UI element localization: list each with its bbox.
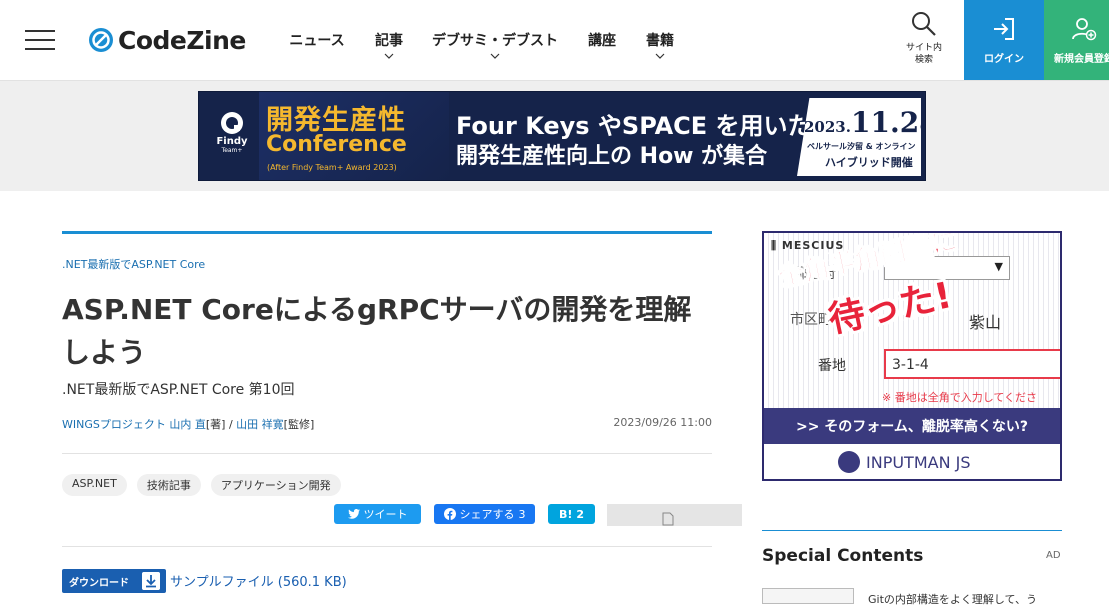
facebook-label: シェアする <box>459 508 515 521</box>
ad-label: AD <box>1046 550 1061 561</box>
tag-aspnet[interactable]: ASP.NET <box>62 474 127 496</box>
inputman-logo-icon <box>838 451 860 473</box>
twitter-bird-icon <box>347 509 360 519</box>
site-logo[interactable]: CodeZine <box>88 24 246 56</box>
ad-form-city-value: 紫山 <box>969 313 1002 332</box>
chevron-down-icon <box>490 53 500 59</box>
nav-news-label: ニュース <box>289 33 345 49</box>
codezine-logo-icon <box>89 28 113 52</box>
search-icon <box>912 12 936 36</box>
tweet-button[interactable]: ツイート <box>334 504 421 524</box>
article-authors: WINGSプロジェクト 山内 直[著] / 山田 祥寛[監修] <box>62 416 314 432</box>
login-button[interactable]: ログイン <box>964 0 1044 80</box>
nav-books-label: 書籍 <box>646 33 674 49</box>
sample-file-link[interactable]: サンプルファイル (560.1 KB) <box>170 571 347 590</box>
supervisor-role: [監修] <box>283 418 315 431</box>
ad-form-label-city: 市区町 <box>790 312 832 328</box>
ad-form-note: ※ 番地は全角で入力してくださ <box>882 391 1038 404</box>
chevron-down-icon <box>384 53 394 59</box>
nav-devsumi[interactable]: デブサミ・デブスト <box>432 30 558 60</box>
logo-text: CodeZine <box>118 25 246 55</box>
nav-devsumi-label: デブサミ・デブスト <box>432 33 558 49</box>
download-button[interactable]: ダウンロード <box>62 569 166 593</box>
banner-title-line2: Conference <box>266 132 407 157</box>
nav-books[interactable]: 書籍 <box>646 30 674 60</box>
banner-date-year: 2023. <box>804 118 851 136</box>
search-label-2: 検索 <box>914 55 933 65</box>
findy-name: Findy <box>216 136 248 147</box>
event-banner-ad[interactable]: Findy Team+ 開発生産性 Conference (After Find… <box>198 91 926 181</box>
findy-sub: Team+ <box>221 147 243 154</box>
dropdown-arrow-icon: ▼ <box>994 260 1003 273</box>
banner-venue: ベルサール汐留 & オンライン <box>807 142 916 151</box>
facebook-count: 3 <box>518 507 526 521</box>
divider <box>62 546 712 547</box>
author-link[interactable]: WINGSプロジェクト 山内 直 <box>62 418 206 431</box>
login-label: ログイン <box>984 54 1024 65</box>
menu-icon[interactable] <box>25 30 55 50</box>
ad-form-label-address: 番地 <box>818 358 846 374</box>
banner-date: 2023.11.28 <box>804 106 925 139</box>
article-tags: ASP.NET 技術記事 アプリケーション開発 <box>62 474 341 496</box>
register-label: 新規会員登録 <box>1054 54 1109 65</box>
banner-main-line1: Four Keys やSPACE を用いた <box>456 112 812 140</box>
author-role: [著] / <box>205 418 237 431</box>
download-label: ダウンロード <box>69 578 129 589</box>
special-contents-title: Special Contents <box>762 546 924 566</box>
ad-product: INPUTMAN JS <box>838 451 971 473</box>
banner-format: ハイブリッド開催 <box>825 156 913 169</box>
hatena-icon: B! <box>558 507 573 521</box>
special-content-thumbnail[interactable] <box>762 588 854 604</box>
hatena-count: 2 <box>576 507 585 521</box>
nav-news[interactable]: ニュース <box>289 30 344 50</box>
ad-product-name: INPUTMAN JS <box>866 452 971 472</box>
article-top-rule <box>62 231 712 234</box>
article-date: 2023/09/26 11:00 <box>613 416 712 429</box>
banner-date-day: 11.28 <box>850 106 925 139</box>
facebook-share-button[interactable]: シェアする 3 <box>434 504 535 524</box>
site-header: CodeZine ニュース 記事 デブサミ・デブスト 講座 書籍 サイト内 検索 <box>0 0 1109 81</box>
supervisor-link[interactable]: 山田 祥寛 <box>236 418 284 431</box>
ad-cta: >> そのフォーム、離脱率高くない? <box>764 408 1060 444</box>
banner-title-line3: (After Findy Team+ Award 2023) <box>267 163 397 172</box>
article-subtitle: .NET最新版でASP.NET Core 第10回 <box>62 382 295 398</box>
register-button[interactable]: 新規会員登録 <box>1044 0 1109 80</box>
document-icon <box>662 512 674 526</box>
special-contents-rule <box>762 530 1062 531</box>
tweet-label: ツイート <box>363 508 408 521</box>
site-search-button[interactable]: サイト内 検索 <box>892 8 956 72</box>
findy-brand: Findy Team+ <box>211 110 253 154</box>
nav-articles-label: 記事 <box>375 33 403 49</box>
add-user-icon <box>1072 18 1097 41</box>
download-icon <box>142 572 160 590</box>
facebook-icon <box>443 508 456 520</box>
article-title: ASP.NET CoreによるgRPCサーバの開発を理解しよう <box>62 293 692 369</box>
tag-tech-article[interactable]: 技術記事 <box>136 474 201 496</box>
nav-articles[interactable]: 記事 <box>375 30 403 60</box>
pocket-button[interactable] <box>607 504 742 526</box>
special-content-link[interactable]: Gitの内部構造をよく理解して、う <box>868 591 1037 607</box>
banner-main-line2: 開発生産性向上の How が集合 <box>456 144 768 169</box>
sidebar-ad[interactable]: ⫼ MESCIUS 都道府 ▼ 市区町 紫山 番地 3-1-4 ※ 番地は全角で… <box>762 231 1062 481</box>
article-category-link[interactable]: .NET最新版でASP.NET Core <box>62 256 205 272</box>
tag-app-dev[interactable]: アプリケーション開発 <box>210 474 341 496</box>
search-label-1: サイト内 <box>905 43 942 53</box>
ad-form-input-value: 3-1-4 <box>892 357 929 373</box>
divider <box>62 453 712 454</box>
chevron-down-icon <box>655 53 665 59</box>
login-icon <box>994 18 1014 40</box>
findy-logo-icon <box>221 112 243 134</box>
hatena-bookmark-button[interactable]: B! 2 <box>548 504 595 524</box>
nav-courses-label: 講座 <box>588 33 616 49</box>
nav-courses[interactable]: 講座 <box>588 30 616 50</box>
